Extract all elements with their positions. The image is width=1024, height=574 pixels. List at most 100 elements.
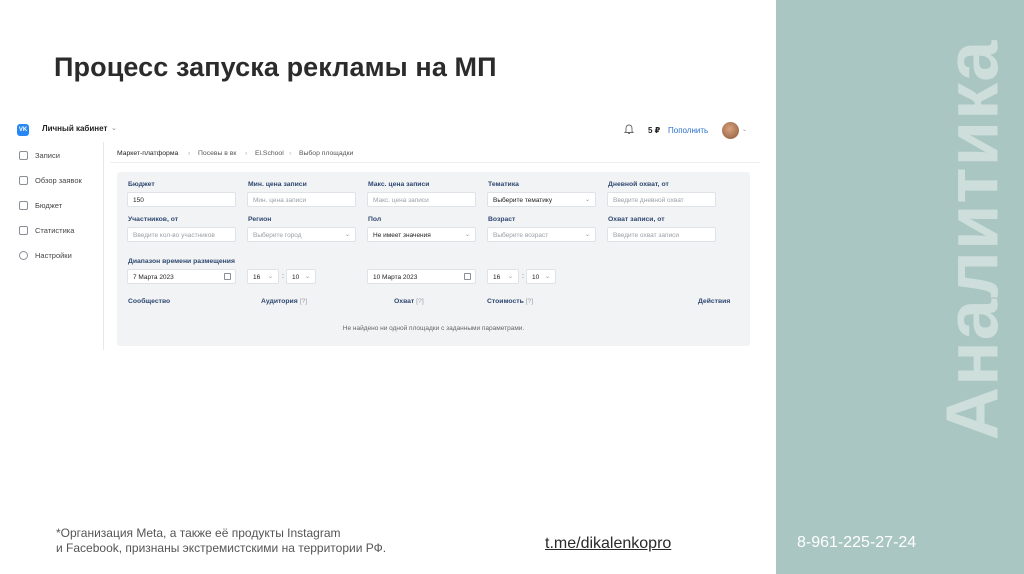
calendar-icon — [224, 273, 231, 280]
age-label: Возраст — [488, 216, 516, 223]
breadcrumb-separator: › — [289, 150, 292, 157]
chevron-down-icon[interactable]: ⌄ — [742, 126, 747, 133]
help-hint[interactable]: [?] — [526, 298, 534, 305]
sidebar-item-budget[interactable]: Бюджет — [19, 201, 62, 210]
breadcrumb-item[interactable]: Посевы в вк — [198, 150, 236, 157]
column-header-community[interactable]: Сообщество — [128, 298, 170, 305]
slide-title: Процесс запуска рекламы на МП — [54, 52, 497, 82]
column-label: Сообщество — [128, 298, 171, 305]
breadcrumb-separator: › — [245, 150, 248, 157]
bell-icon[interactable] — [624, 124, 634, 135]
end-hour-select[interactable]: 16 ⌄ — [487, 269, 519, 284]
chevron-down-icon[interactable]: ⌄ — [111, 124, 117, 132]
column-header-actions: Действия — [698, 298, 730, 305]
breadcrumb-item: Выбор площадки — [299, 150, 354, 157]
chart-icon — [19, 226, 28, 235]
end-minute-value: 10 — [532, 274, 540, 281]
chevron-down-icon: ⌄ — [267, 274, 273, 280]
cabinet-title[interactable]: Личный кабинет — [42, 124, 107, 133]
column-label: Охват — [394, 298, 415, 305]
gender-select-value: Не имеет значения — [373, 232, 431, 239]
start-hour-value: 16 — [253, 274, 261, 281]
period-label: Диапазон времени размещения — [128, 258, 235, 265]
side-watermark-word: Аналитика — [930, 39, 1014, 441]
sidebar-item-label: Статистика — [35, 226, 75, 235]
sidebar-item-label: Настройки — [35, 251, 72, 260]
footnote-line-2: и Facebook, признаны экстремистскими на … — [56, 541, 387, 555]
calendar-icon — [464, 273, 471, 280]
post-reach-input[interactable]: Введите охват записи — [607, 227, 716, 242]
megaphone-icon — [19, 151, 28, 160]
start-date-input[interactable]: 7 Марта 2023 — [127, 269, 236, 284]
sidebar-item-label: Обзор заявок — [35, 176, 82, 185]
start-date-value: 7 Марта 2023 — [133, 274, 174, 281]
sidebar-item-requests[interactable]: Обзор заявок — [19, 176, 82, 185]
budget-input[interactable]: 150 — [127, 192, 236, 207]
time-colon: : — [282, 273, 284, 280]
sidebar-item-posts[interactable]: Записи — [19, 151, 60, 160]
chevron-down-icon: ⌄ — [507, 274, 513, 280]
topic-select[interactable]: Выберите тематику ⌄ — [487, 192, 596, 207]
chevron-down-icon: ⌄ — [464, 232, 470, 238]
column-header-cost[interactable]: Стоимость [?] — [487, 298, 533, 305]
end-hour-value: 16 — [493, 274, 501, 281]
vk-logo-icon[interactable]: VK — [17, 124, 29, 136]
column-label: Аудитория — [261, 298, 298, 305]
end-date-input[interactable]: 10 Марта 2023 — [367, 269, 476, 284]
max-price-label: Макс. цена записи — [368, 181, 430, 188]
min-price-input[interactable]: Мин. цена записи — [247, 192, 356, 207]
sidebar-divider — [103, 142, 104, 350]
chevron-down-icon: ⌄ — [304, 274, 310, 280]
telegram-link[interactable]: t.me/dikalenkopro — [545, 535, 671, 553]
breadcrumb-item[interactable]: Маркет-платформа — [117, 150, 178, 157]
list-icon — [19, 176, 28, 185]
start-minute-value: 10 — [292, 274, 300, 281]
topic-select-value: Выберите тематику — [493, 197, 553, 204]
age-select[interactable]: Выберите возраст ⌄ — [487, 227, 596, 242]
wallet-icon — [19, 201, 28, 210]
column-label: Стоимость — [487, 298, 524, 305]
gear-icon — [19, 251, 28, 260]
members-input[interactable]: Введите кол-во участников — [127, 227, 236, 242]
daily-reach-input[interactable]: Введите дневной охват — [607, 192, 716, 207]
column-label: Действия — [698, 298, 731, 305]
start-minute-select[interactable]: 10 ⌄ — [286, 269, 316, 284]
help-hint[interactable]: [?] — [300, 298, 308, 305]
start-hour-select[interactable]: 16 ⌄ — [247, 269, 279, 284]
daily-reach-label: Дневной охват, от — [608, 181, 669, 188]
sidebar-item-settings[interactable]: Настройки — [19, 251, 72, 260]
chevron-down-icon: ⌄ — [544, 274, 550, 280]
time-colon: : — [522, 273, 524, 280]
max-price-input[interactable]: Макс. цена записи — [367, 192, 476, 207]
post-reach-label: Охват записи, от — [608, 216, 665, 223]
topic-label: Тематика — [488, 181, 519, 188]
footnote: *Организация Meta, а также её продукты I… — [56, 526, 386, 556]
sidebar-item-statistics[interactable]: Статистика — [19, 226, 74, 235]
empty-state-message: Не найдено ни одной площадки с заданными… — [342, 325, 525, 332]
footnote-line-1: *Организация Meta, а также её продукты I… — [56, 526, 341, 540]
chevron-down-icon: ⌄ — [584, 232, 590, 238]
help-hint[interactable]: [?] — [416, 298, 424, 305]
avatar[interactable] — [722, 122, 739, 139]
balance-value: 5 ₽ — [648, 126, 661, 135]
breadcrumb-item[interactable]: El.School — [255, 150, 284, 157]
end-date-value: 10 Марта 2023 — [373, 274, 418, 281]
column-header-reach[interactable]: Охват [?] — [394, 298, 424, 305]
sidebar-item-label: Бюджет — [35, 201, 63, 210]
chevron-down-icon: ⌄ — [344, 232, 350, 238]
column-header-audience[interactable]: Аудитория [?] — [261, 298, 307, 305]
region-select[interactable]: Выберите город ⌄ — [247, 227, 356, 242]
topup-link[interactable]: Пополнить — [668, 126, 708, 135]
phone-number: 8-961-225-27-24 — [797, 534, 917, 551]
min-price-label: Мин. цена записи — [248, 181, 307, 188]
chevron-down-icon: ⌄ — [584, 197, 590, 203]
region-label: Регион — [248, 216, 272, 223]
region-select-value: Выберите город — [253, 232, 302, 239]
gender-label: Пол — [368, 216, 382, 223]
end-minute-select[interactable]: 10 ⌄ — [526, 269, 556, 284]
members-label: Участников, от — [128, 216, 179, 223]
age-select-value: Выберите возраст — [493, 232, 549, 239]
breadcrumb-separator: › — [188, 150, 191, 157]
budget-label: Бюджет — [128, 181, 155, 188]
gender-select[interactable]: Не имеет значения ⌄ — [367, 227, 476, 242]
